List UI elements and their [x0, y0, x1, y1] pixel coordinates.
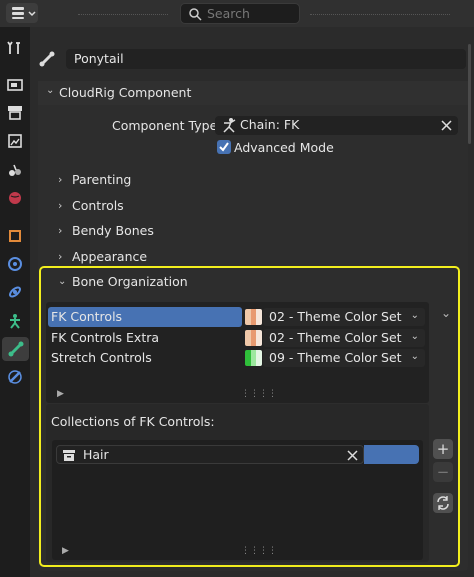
collection-assign-indicator[interactable]: [364, 445, 419, 464]
dropdown-arrow-icon: ⌄: [410, 331, 419, 342]
bone-name-field[interactable]: Ponytail: [66, 49, 466, 69]
refresh-icon: [437, 496, 449, 510]
tab-tool[interactable]: [3, 36, 27, 60]
header-drag-area: [78, 14, 168, 17]
view-layer-icon: [8, 134, 22, 148]
collections-resize-handle[interactable]: ⋮⋮⋮⋮: [241, 546, 277, 556]
header-drag-area-right: [310, 14, 450, 17]
chevron-down-icon: ⌄: [46, 85, 55, 96]
advanced-mode-checkbox[interactable]: [217, 140, 231, 154]
list-item[interactable]: FK Controls 02 - Theme Color Set ⌄: [48, 307, 426, 327]
refresh-collections-button[interactable]: [433, 493, 453, 513]
bone-name-value: Ponytail: [74, 51, 124, 66]
armature-data-icon: [10, 314, 20, 329]
add-collection-button[interactable]: +: [433, 439, 453, 459]
properties-editor-icon: [12, 7, 36, 19]
theme-value: 02 - Theme Color Set: [269, 309, 402, 324]
bone-constraint-icon: [8, 370, 22, 384]
subpanel-label: Appearance: [72, 248, 148, 264]
subpanel-bone-organization[interactable]: ⌄ Bone Organization: [58, 270, 188, 292]
theme-dropdown[interactable]: 09 - Theme Color Set ⌄: [263, 349, 425, 367]
bone-collection-icon: [63, 450, 75, 461]
theme-dropdown[interactable]: 02 - Theme Color Set ⌄: [263, 308, 425, 326]
subpanel-bendy-bones[interactable]: › Bendy Bones: [58, 219, 154, 241]
color-swatch[interactable]: [245, 350, 262, 366]
color-swatch[interactable]: [245, 330, 262, 346]
subpanel-label: Bone Organization: [72, 273, 188, 289]
subpanel-label: Bendy Bones: [72, 222, 154, 238]
tab-bone[interactable]: [2, 337, 29, 361]
component-type-value: Chain: FK: [240, 117, 300, 132]
tab-physics[interactable]: [3, 280, 27, 304]
tab-render[interactable]: [3, 72, 27, 96]
list-item[interactable]: Stretch Controls 09 - Theme Color Set ⌄: [48, 348, 426, 368]
tab-object[interactable]: [3, 224, 27, 248]
scrollbar[interactable]: [468, 44, 471, 144]
modifier-icon: [8, 257, 22, 271]
bone-icon: [8, 341, 23, 357]
subpanel-label: Controls: [72, 197, 124, 213]
list-resize-handle[interactable]: ⋮⋮⋮⋮: [241, 389, 277, 399]
object-icon: [9, 230, 21, 242]
bone-set-name: FK Controls Extra: [51, 330, 160, 345]
bone-set-name: Stretch Controls: [51, 350, 152, 365]
theme-value: 02 - Theme Color Set: [269, 330, 402, 345]
tab-armature-data[interactable]: [3, 309, 27, 333]
world-icon: [9, 192, 21, 204]
subpanel-controls[interactable]: › Controls: [58, 194, 124, 216]
tab-view-layer[interactable]: [3, 129, 27, 153]
list-menu-chevron-icon[interactable]: ⌄: [441, 306, 451, 320]
output-icon: [8, 106, 22, 120]
tab-scene[interactable]: [3, 158, 27, 182]
collection-field-hair[interactable]: Hair: [56, 445, 364, 464]
tool-icon: [7, 41, 20, 54]
subpanel-label: Parenting: [72, 171, 132, 187]
tab-bone-constraints[interactable]: [3, 365, 27, 389]
list-options-toggle-icon[interactable]: ▶: [57, 389, 64, 399]
subpanel-parenting[interactable]: › Parenting: [58, 168, 131, 190]
cloudrig-component-header[interactable]: ⌄ CloudRig Component: [38, 81, 468, 105]
tab-world[interactable]: [3, 186, 27, 210]
panel-title: CloudRig Component: [59, 85, 192, 100]
minus-icon: −: [436, 463, 450, 481]
subpanel-appearance[interactable]: › Appearance: [58, 245, 147, 267]
bone-name-icon: [39, 51, 55, 67]
tab-modifiers[interactable]: [3, 252, 27, 276]
component-type-field[interactable]: Chain: FK: [215, 116, 458, 135]
advanced-mode-label: Advanced Mode: [234, 140, 334, 155]
search-placeholder: Search: [207, 6, 250, 21]
chain-figure-icon: [223, 118, 236, 133]
editor-type-button[interactable]: [6, 3, 38, 23]
search-icon: [189, 8, 202, 21]
component-type-label: Component Type: [112, 118, 218, 133]
bone-set-name: FK Controls: [51, 309, 123, 324]
plus-icon: +: [436, 440, 450, 458]
theme-value: 09 - Theme Color Set: [269, 350, 402, 365]
clear-icon[interactable]: [441, 120, 452, 131]
chevron-right-icon: ›: [58, 172, 63, 186]
chevron-right-icon: ›: [58, 249, 63, 263]
collection-name: Hair: [83, 447, 109, 462]
collections-options-toggle-icon[interactable]: ▶: [62, 546, 69, 556]
tab-output[interactable]: [3, 100, 27, 124]
theme-dropdown[interactable]: 02 - Theme Color Set ⌄: [263, 329, 425, 347]
render-icon: [7, 79, 23, 91]
remove-collection-button[interactable]: −: [433, 462, 453, 482]
chevron-right-icon: ›: [58, 223, 63, 237]
chevron-down-icon: ⌄: [58, 275, 67, 287]
checkmark-icon: [219, 142, 229, 152]
scene-icon: [9, 164, 21, 176]
collections-label: Collections of FK Controls:: [51, 414, 215, 429]
list-item[interactable]: FK Controls Extra 02 - Theme Color Set ⌄: [48, 328, 426, 348]
remove-collection-icon[interactable]: [347, 450, 358, 461]
chevron-right-icon: ›: [58, 198, 63, 212]
dropdown-arrow-icon: ⌄: [410, 310, 419, 321]
physics-icon: [9, 286, 21, 298]
dropdown-arrow-icon: ⌄: [410, 351, 419, 362]
color-swatch[interactable]: [245, 309, 262, 325]
search-input[interactable]: Search: [180, 3, 300, 24]
